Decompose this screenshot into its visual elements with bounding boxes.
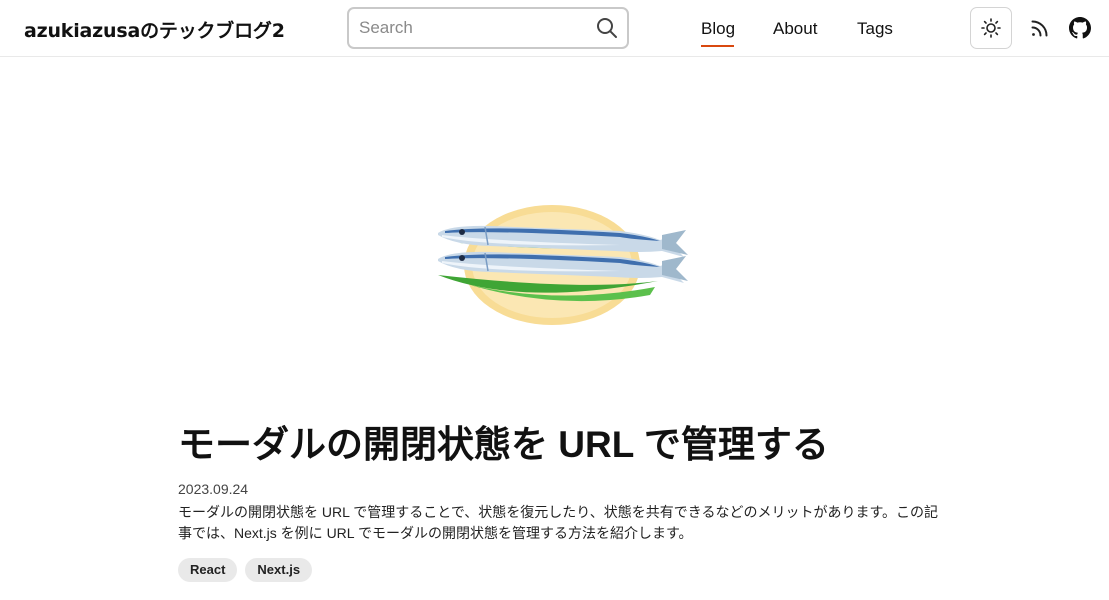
nav-tags[interactable]: Tags xyxy=(857,19,893,39)
search-icon[interactable] xyxy=(595,16,619,40)
tag-list: React Next.js xyxy=(178,558,948,582)
nav-active-indicator xyxy=(701,45,734,47)
article-summary: モーダルの開閉状態を URL で管理する 2023.09.24 モーダルの開閉状… xyxy=(178,420,948,582)
nav-about[interactable]: About xyxy=(773,19,817,39)
sun-icon xyxy=(981,18,1001,38)
tag-react[interactable]: React xyxy=(178,558,238,582)
rss-icon[interactable] xyxy=(1030,18,1050,38)
article-date: 2023.09.24 xyxy=(178,481,249,497)
github-icon[interactable] xyxy=(1069,17,1091,39)
search-box[interactable] xyxy=(347,7,629,49)
nav-blog[interactable]: Blog xyxy=(701,19,735,39)
theme-toggle-button[interactable] xyxy=(970,7,1012,49)
tag-nextjs[interactable]: Next.js xyxy=(245,558,313,582)
search-input[interactable] xyxy=(359,17,589,39)
article-title[interactable]: モーダルの開閉状態を URL で管理する xyxy=(178,420,948,470)
site-title-link[interactable]: azukiazusaのテックブログ2 xyxy=(24,16,285,43)
saury-fish-image xyxy=(438,205,688,325)
site-header: azukiazusaのテックブログ2 Blog About Tags xyxy=(0,0,1109,57)
article-description: モーダルの開閉状態を URL で管理することで、状態を復元したり、状態を共有でき… xyxy=(178,504,939,541)
